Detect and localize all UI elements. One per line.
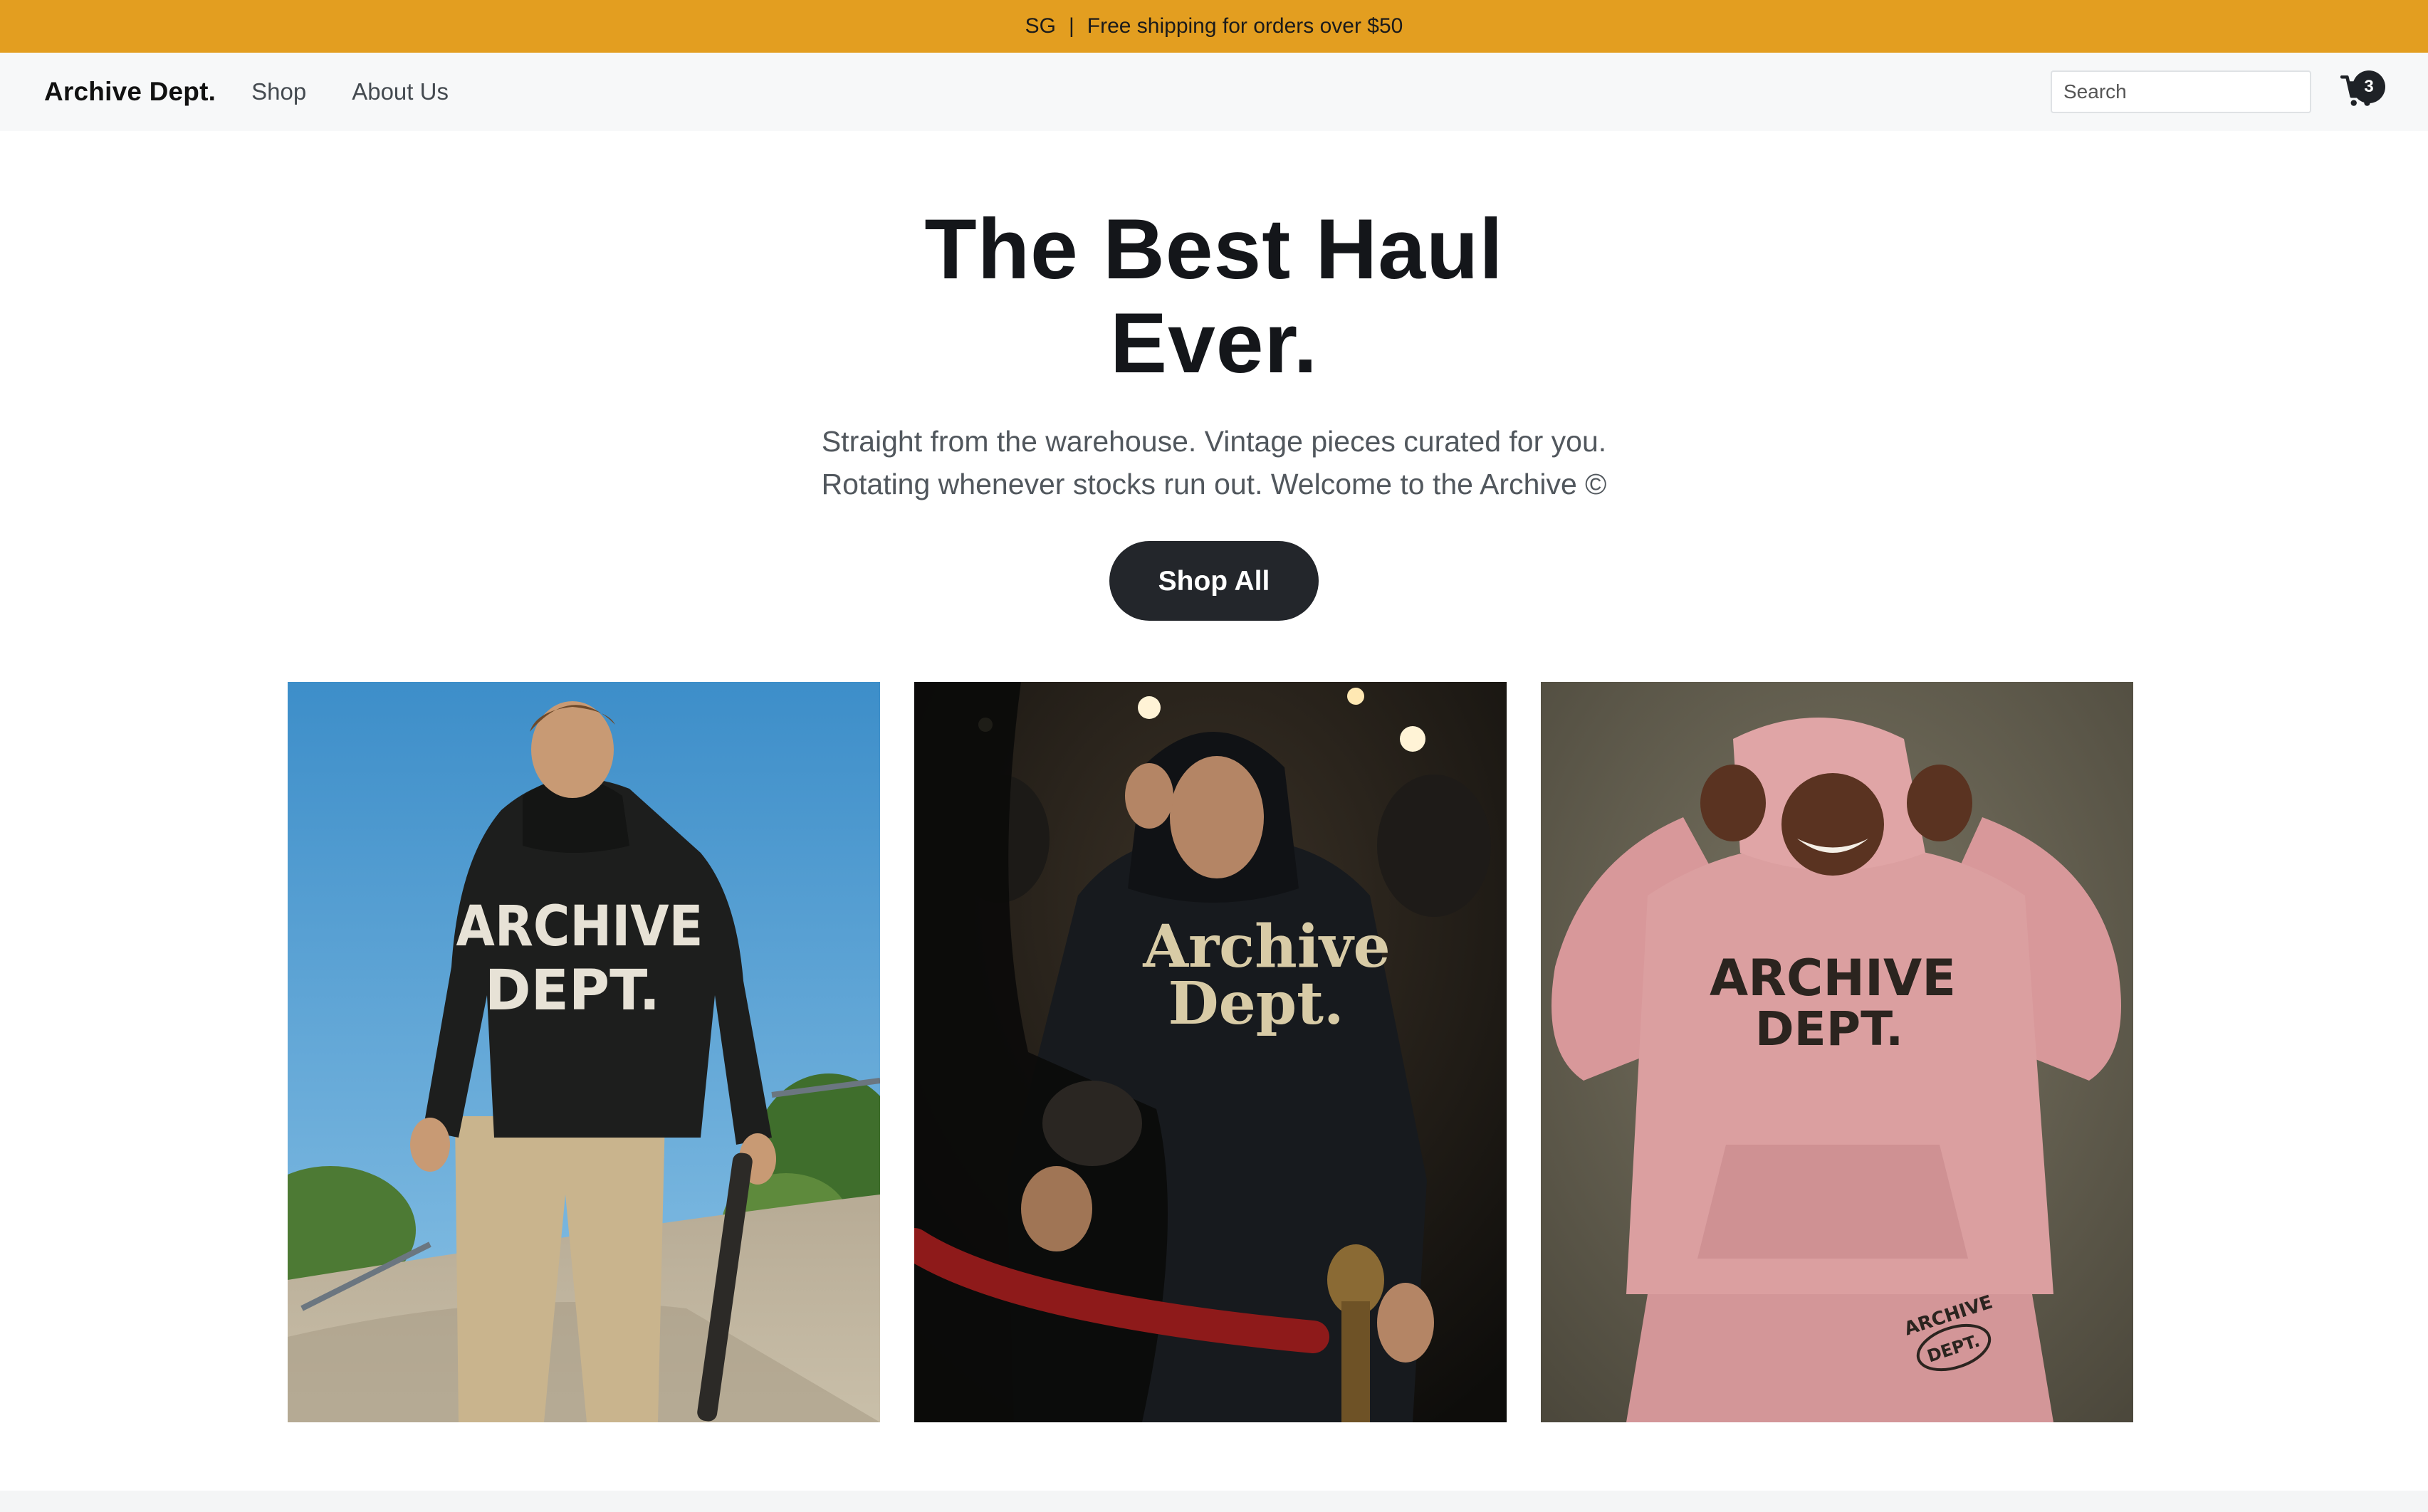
hero-title: The Best Haul Ever. (894, 202, 1534, 390)
announcement-bar: SG | Free shipping for orders over $50 (0, 0, 2428, 53)
hoodie-print-line2: DEPT. (1755, 1002, 1903, 1056)
brand-logo[interactable]: Archive Dept. (44, 77, 216, 107)
announcement-separator: | (1068, 14, 1074, 38)
skatepark-photo: ARCHIVE DEPT. (288, 682, 880, 1422)
product-gallery: ARCHIVE DEPT. Archive Dept. ARCHIVE DEPT… (288, 682, 2133, 1422)
hero-subtitle-line2: Rotating whenever stocks run out. Welcom… (821, 468, 1607, 500)
nav-link-shop[interactable]: Shop (251, 78, 306, 105)
region-label: SG (1025, 14, 1056, 38)
pink-hoodie-photo: ARCHIVE DEPT. ARCHIVE DEPT. (1541, 682, 2133, 1422)
hoodie-print-line2: DEPT. (485, 959, 660, 1023)
shipping-message: Free shipping for orders over $50 (1087, 14, 1403, 38)
gallery-image-red-carpet[interactable]: Archive Dept. (914, 682, 1507, 1422)
hoodie-print-line2: Dept. (1168, 970, 1344, 1038)
navbar: Archive Dept. Shop About Us 3 (0, 53, 2428, 131)
nav-link-about-us[interactable]: About Us (352, 78, 449, 105)
hero-section: The Best Haul Ever. Straight from the wa… (0, 131, 2428, 621)
red-carpet-photo: Archive Dept. (914, 682, 1507, 1422)
gallery-image-skatepark[interactable]: ARCHIVE DEPT. (288, 682, 880, 1422)
hoodie-print-line1: ARCHIVE (456, 895, 703, 959)
cart-button[interactable]: 3 (2333, 66, 2385, 117)
hoodie-print-line1: ARCHIVE (1710, 949, 1956, 1007)
shop-all-button[interactable]: Shop All (1109, 541, 1319, 621)
hero-title-line2: Ever. (1110, 295, 1318, 391)
hero-title-line1: The Best Haul (924, 201, 1504, 297)
hero-subtitle: Straight from the warehouse. Vintage pie… (751, 420, 1677, 505)
cart-count-badge: 3 (2353, 70, 2385, 103)
footer-strip (0, 1491, 2428, 1512)
gallery-image-pink-hoodie[interactable]: ARCHIVE DEPT. ARCHIVE DEPT. (1541, 682, 2133, 1422)
search-input[interactable] (2051, 70, 2311, 113)
hero-subtitle-line1: Straight from the warehouse. Vintage pie… (821, 425, 1607, 458)
